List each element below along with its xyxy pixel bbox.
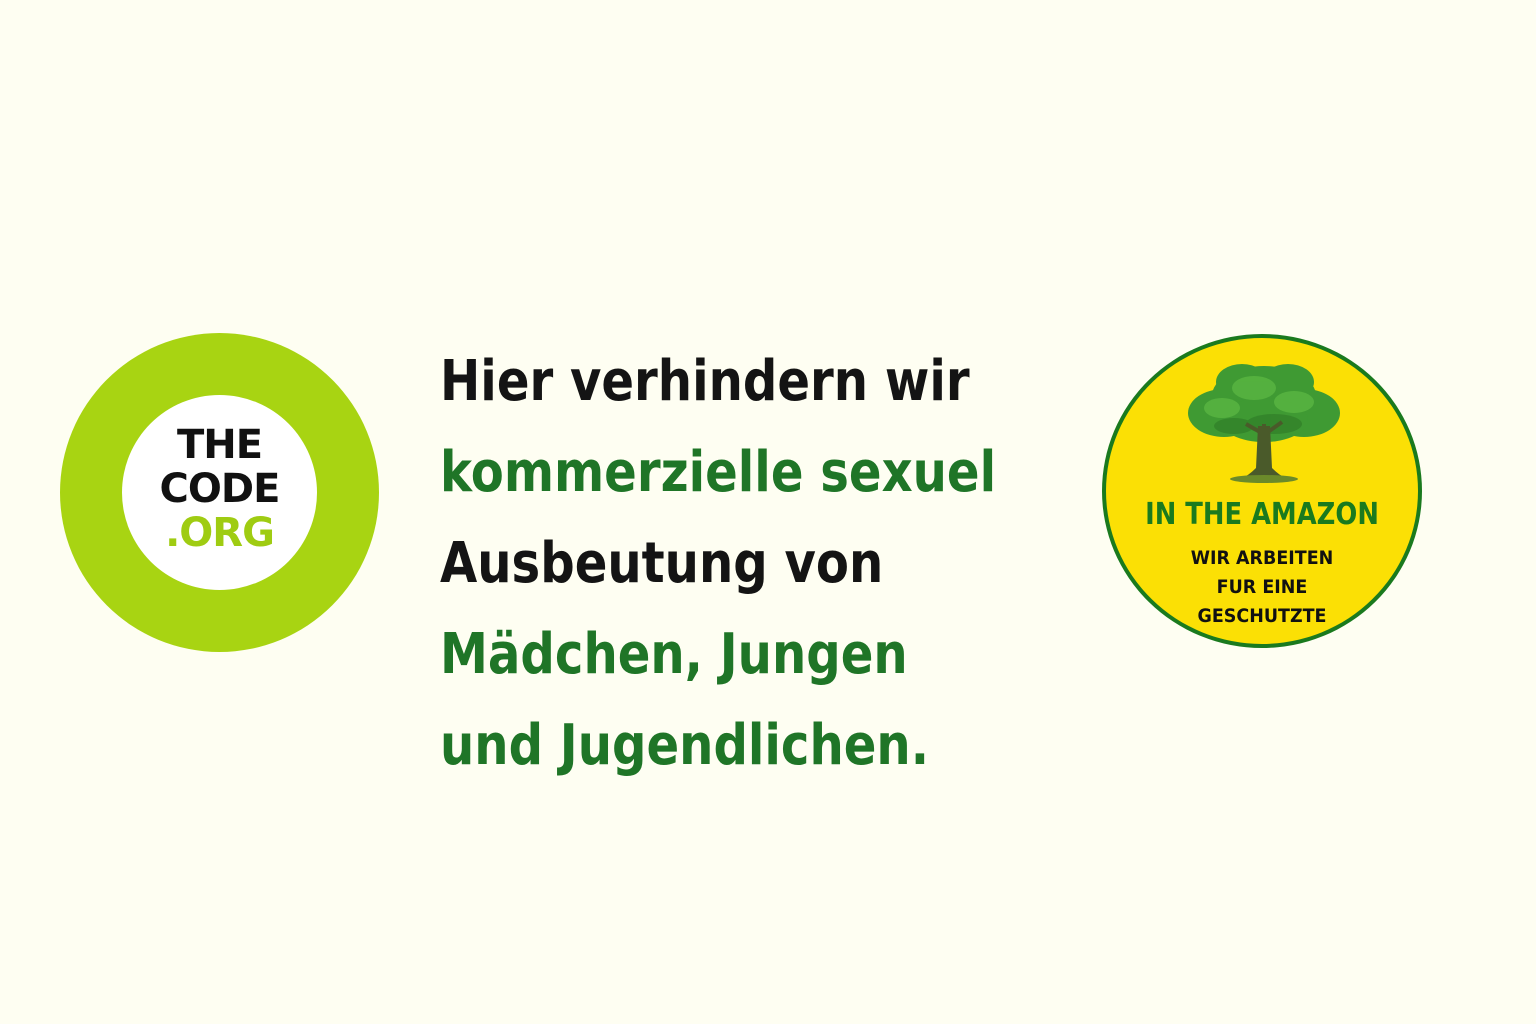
badge-sub-line-3: GESCHUTZTE [1197,605,1327,627]
badge-sub-line-1: WIR ARBEITEN [1190,547,1334,569]
headline: Hier verhindern wir kommerzielle sexuel … [440,336,999,791]
logo-line-code: CODE [159,466,281,512]
badge-title: IN THE AMAZON [1145,497,1379,532]
headline-line-4: Mädchen, Jungen [440,622,908,687]
logo-wordmark: THE CODE .ORG [60,423,379,555]
headline-line-2: kommerzielle sexuel [440,440,997,505]
tree-icon [1188,364,1340,483]
headline-line-1: Hier verhindern wir [440,349,970,414]
thecode-org-logo: THE CODE .ORG [60,333,379,652]
headline-line-3: Ausbeutung von [440,531,884,596]
badge-sub-line-2: FUR EINE [1216,576,1308,598]
logo-line-the: THE [176,422,263,468]
badge-subtitle: WIR ARBEITEN FUR EINE GESCHUTZTE [1118,544,1405,631]
logo-line-org: .ORG [165,510,275,556]
headline-line-5: und Jugendlichen. [440,713,930,778]
amazon-badge: IN THE AMAZON WIR ARBEITEN FUR EINE GESC… [1102,334,1422,648]
